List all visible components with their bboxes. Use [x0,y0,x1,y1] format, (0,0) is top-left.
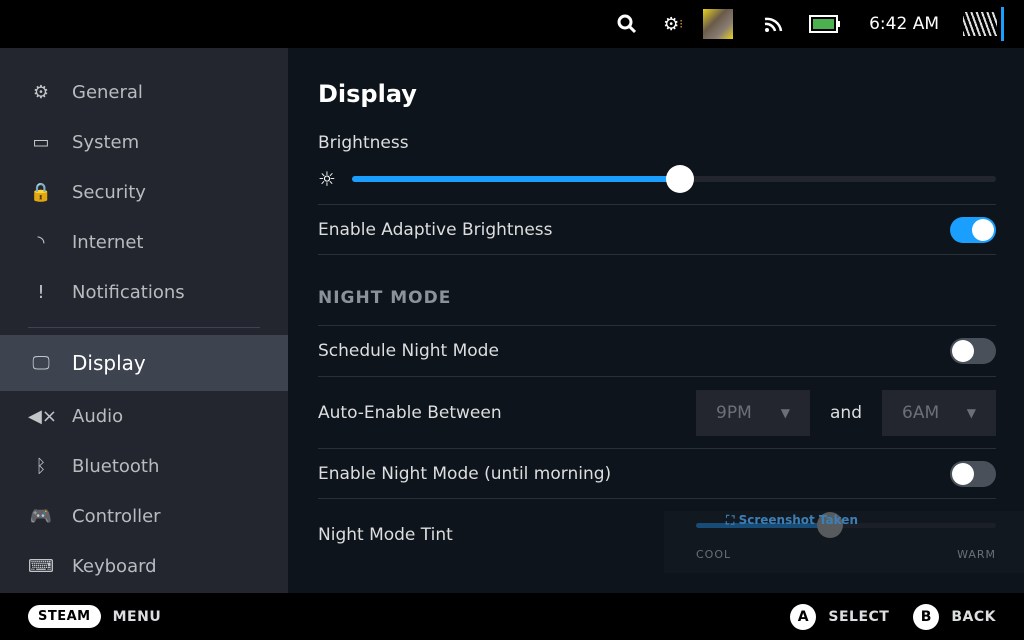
sidebar: ⚙ General ▭ System 🔒 Security ◝ Internet! Notifi… [0,48,288,593]
night-mode-heading: NIGHT MODE [318,288,452,308]
sidebar-item-security[interactable]: 🔒 Security [0,167,288,217]
schedule-label: Schedule Night Mode [318,341,499,361]
avatar[interactable] [963,0,997,48]
mute-icon: ◀× [28,405,57,427]
toast-text: Screenshot Taken [738,513,858,527]
sidebar-item-notifications[interactable]: ! Notifications [0,267,288,317]
brightness-label: Brightness [318,133,409,153]
page-title: Display [318,80,417,108]
sidebar-item-audio[interactable]: ◀× Audio [0,391,288,441]
battery-icon[interactable] [809,0,841,48]
wifi-icon: ◝ [37,231,45,253]
sidebar-item-keyboard[interactable]: ⌨ Keyboard [0,541,288,591]
a-button-icon[interactable]: A [790,603,817,630]
back-label: BACK [951,608,996,625]
search-icon[interactable] [617,0,637,48]
start-time-value: 9PM [716,402,752,423]
enable-night-mode-row: Enable Night Mode (until morning) [318,449,996,499]
bottom-bar: STEAM MENU A SELECT B BACK [0,593,1024,640]
warm-label: WARM [957,548,996,561]
steam-button[interactable]: STEAM [28,605,101,628]
auto-enable-row: Auto-Enable Between 9PM ▼ and 6AM ▼ [318,377,996,449]
and-label: and [830,402,862,423]
end-time-dropdown[interactable]: 6AM ▼ [882,389,996,436]
sidebar-item-label: System [72,131,140,153]
lock-icon: 🔒 [29,181,53,203]
system-icon: ▭ [32,131,50,153]
keyboard-icon: ⌨ [28,555,54,577]
gear-icon: ⚙ [32,81,50,103]
sidebar-item-label: Bluetooth [72,455,160,477]
auto-enable-label: Auto-Enable Between [318,402,502,423]
sidebar-item-label: General [72,81,143,103]
bluetooth-icon: ᛒ [35,455,47,477]
sidebar-item-internet[interactable]: ◝ Internet [0,217,288,267]
gamepad-icon: 🎮 [29,505,53,527]
sidebar-item-controller[interactable]: 🎮 Controller [0,491,288,541]
sidebar-item-label: Internet [72,231,144,253]
screenshot-toast: ⛶ Screenshot Taken [726,513,858,528]
game-thumbnail[interactable] [703,0,734,48]
select-label: SELECT [828,608,890,625]
tint-label: Night Mode Tint [318,525,453,545]
sidebar-item-label: Notifications [72,281,185,303]
gear-notification-icon[interactable]: ⚙ ⁝ [663,0,683,48]
adaptive-brightness-label: Enable Adaptive Brightness [318,219,553,240]
menu-label: MENU [112,608,162,625]
chevron-down-icon: ▼ [780,405,791,420]
sidebar-item-bluetooth[interactable]: ᛒ Bluetooth [0,441,288,491]
screenshot-icon: ⛶ [726,513,739,527]
sidebar-item-label: Keyboard [72,555,157,577]
sidebar-item-system[interactable]: ▭ System [0,117,288,167]
sidebar-divider [28,327,260,328]
enable-night-mode-label: Enable Night Mode (until morning) [318,463,612,484]
schedule-night-mode-toggle[interactable] [950,338,996,364]
top-bar: ⚙ ⁝ 6:42 AM [0,0,1024,48]
sidebar-item-label: Controller [72,505,161,527]
b-button-icon[interactable]: B [913,603,940,630]
start-time-dropdown[interactable]: 9PM ▼ [696,389,811,436]
sidebar-item-label: Audio [72,405,124,427]
adaptive-brightness-row: Enable Adaptive Brightness [318,205,996,255]
sidebar-item-general[interactable]: ⚙ General [0,67,288,117]
brightness-slider[interactable] [351,164,996,193]
focus-indicator [1001,7,1004,41]
sun-icon: ☼ [318,166,336,191]
wifi-icon[interactable] [763,0,783,48]
adaptive-brightness-toggle[interactable] [950,216,996,243]
end-time-value: 6AM [902,402,940,423]
sidebar-item-label: Display [72,351,146,375]
sidebar-item-display[interactable]: 🖵 Display [0,335,288,391]
schedule-night-mode-row: Schedule Night Mode [318,326,996,377]
sidebar-item-label: Security [72,181,146,203]
monitor-icon: 🖵 [32,352,50,374]
enable-night-mode-toggle[interactable] [950,460,996,487]
alert-icon: ! [37,281,45,303]
cool-label: COOL [696,548,732,561]
clock: 6:42 AM [869,14,939,34]
chevron-down-icon: ▼ [966,405,976,420]
display-settings: Display Brightness ☼ Enable Adaptive Bri… [288,48,1024,593]
